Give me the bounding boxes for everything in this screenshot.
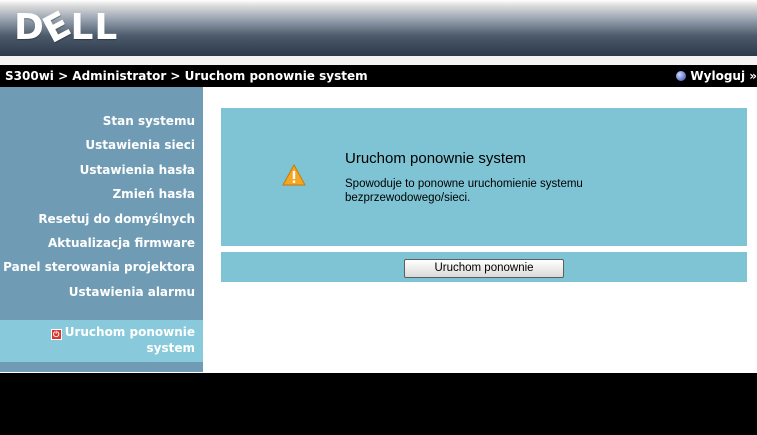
restart-panel: Uruchom ponownie system Spowoduje to pon… xyxy=(221,108,747,246)
sidebar-item-network-settings[interactable]: Ustawienia sieci xyxy=(0,133,203,157)
panel-description: Spowoduje to ponowne uruchomienie system… xyxy=(345,178,583,204)
dell-logo: DELL xyxy=(14,3,119,52)
breadcrumb: S300wi > Administrator > Uruchom ponowni… xyxy=(5,69,368,83)
warning-icon xyxy=(282,164,306,186)
header-banner: DELL xyxy=(0,0,757,56)
sidebar-item-restart-label-1: Uruchom ponownie xyxy=(64,325,195,339)
panel-title: Uruchom ponownie system xyxy=(345,150,526,167)
sidebar-item-reset-defaults[interactable]: Resetuj do domyślnych xyxy=(0,207,203,231)
sidebar-item-restart-label-2: system xyxy=(146,341,196,355)
restart-button[interactable]: Uruchom ponownie xyxy=(404,259,564,278)
breadcrumb-bar: S300wi > Administrator > Uruchom ponowni… xyxy=(0,65,757,87)
sidebar-item-password-settings[interactable]: Ustawienia hasła xyxy=(0,158,203,182)
button-bar: Uruchom ponownie xyxy=(221,252,747,282)
sidebar-item-firmware-update[interactable]: Aktualizacja firmware xyxy=(0,231,203,255)
sidebar-item-alarm-settings[interactable]: Ustawienia alarmu xyxy=(0,280,203,304)
sidebar-item-change-password[interactable]: Zmień hasła xyxy=(0,182,203,206)
sidebar-item-restart-system[interactable]: ⏻ Uruchom ponownie system xyxy=(0,320,203,362)
logout-label: Wyloguj » xyxy=(690,69,757,83)
sidebar: Stan systemu Ustawienia sieci Ustawienia… xyxy=(0,87,203,372)
footer-bar xyxy=(0,373,757,435)
sidebar-item-system-status[interactable]: Stan systemu xyxy=(0,109,203,133)
logout-link[interactable]: Wyloguj » xyxy=(676,65,757,87)
header-separator xyxy=(0,56,757,65)
logout-icon xyxy=(676,71,687,81)
sidebar-item-projector-control[interactable]: Panel sterowania projektora xyxy=(0,255,203,279)
power-icon: ⏻ xyxy=(50,329,62,340)
